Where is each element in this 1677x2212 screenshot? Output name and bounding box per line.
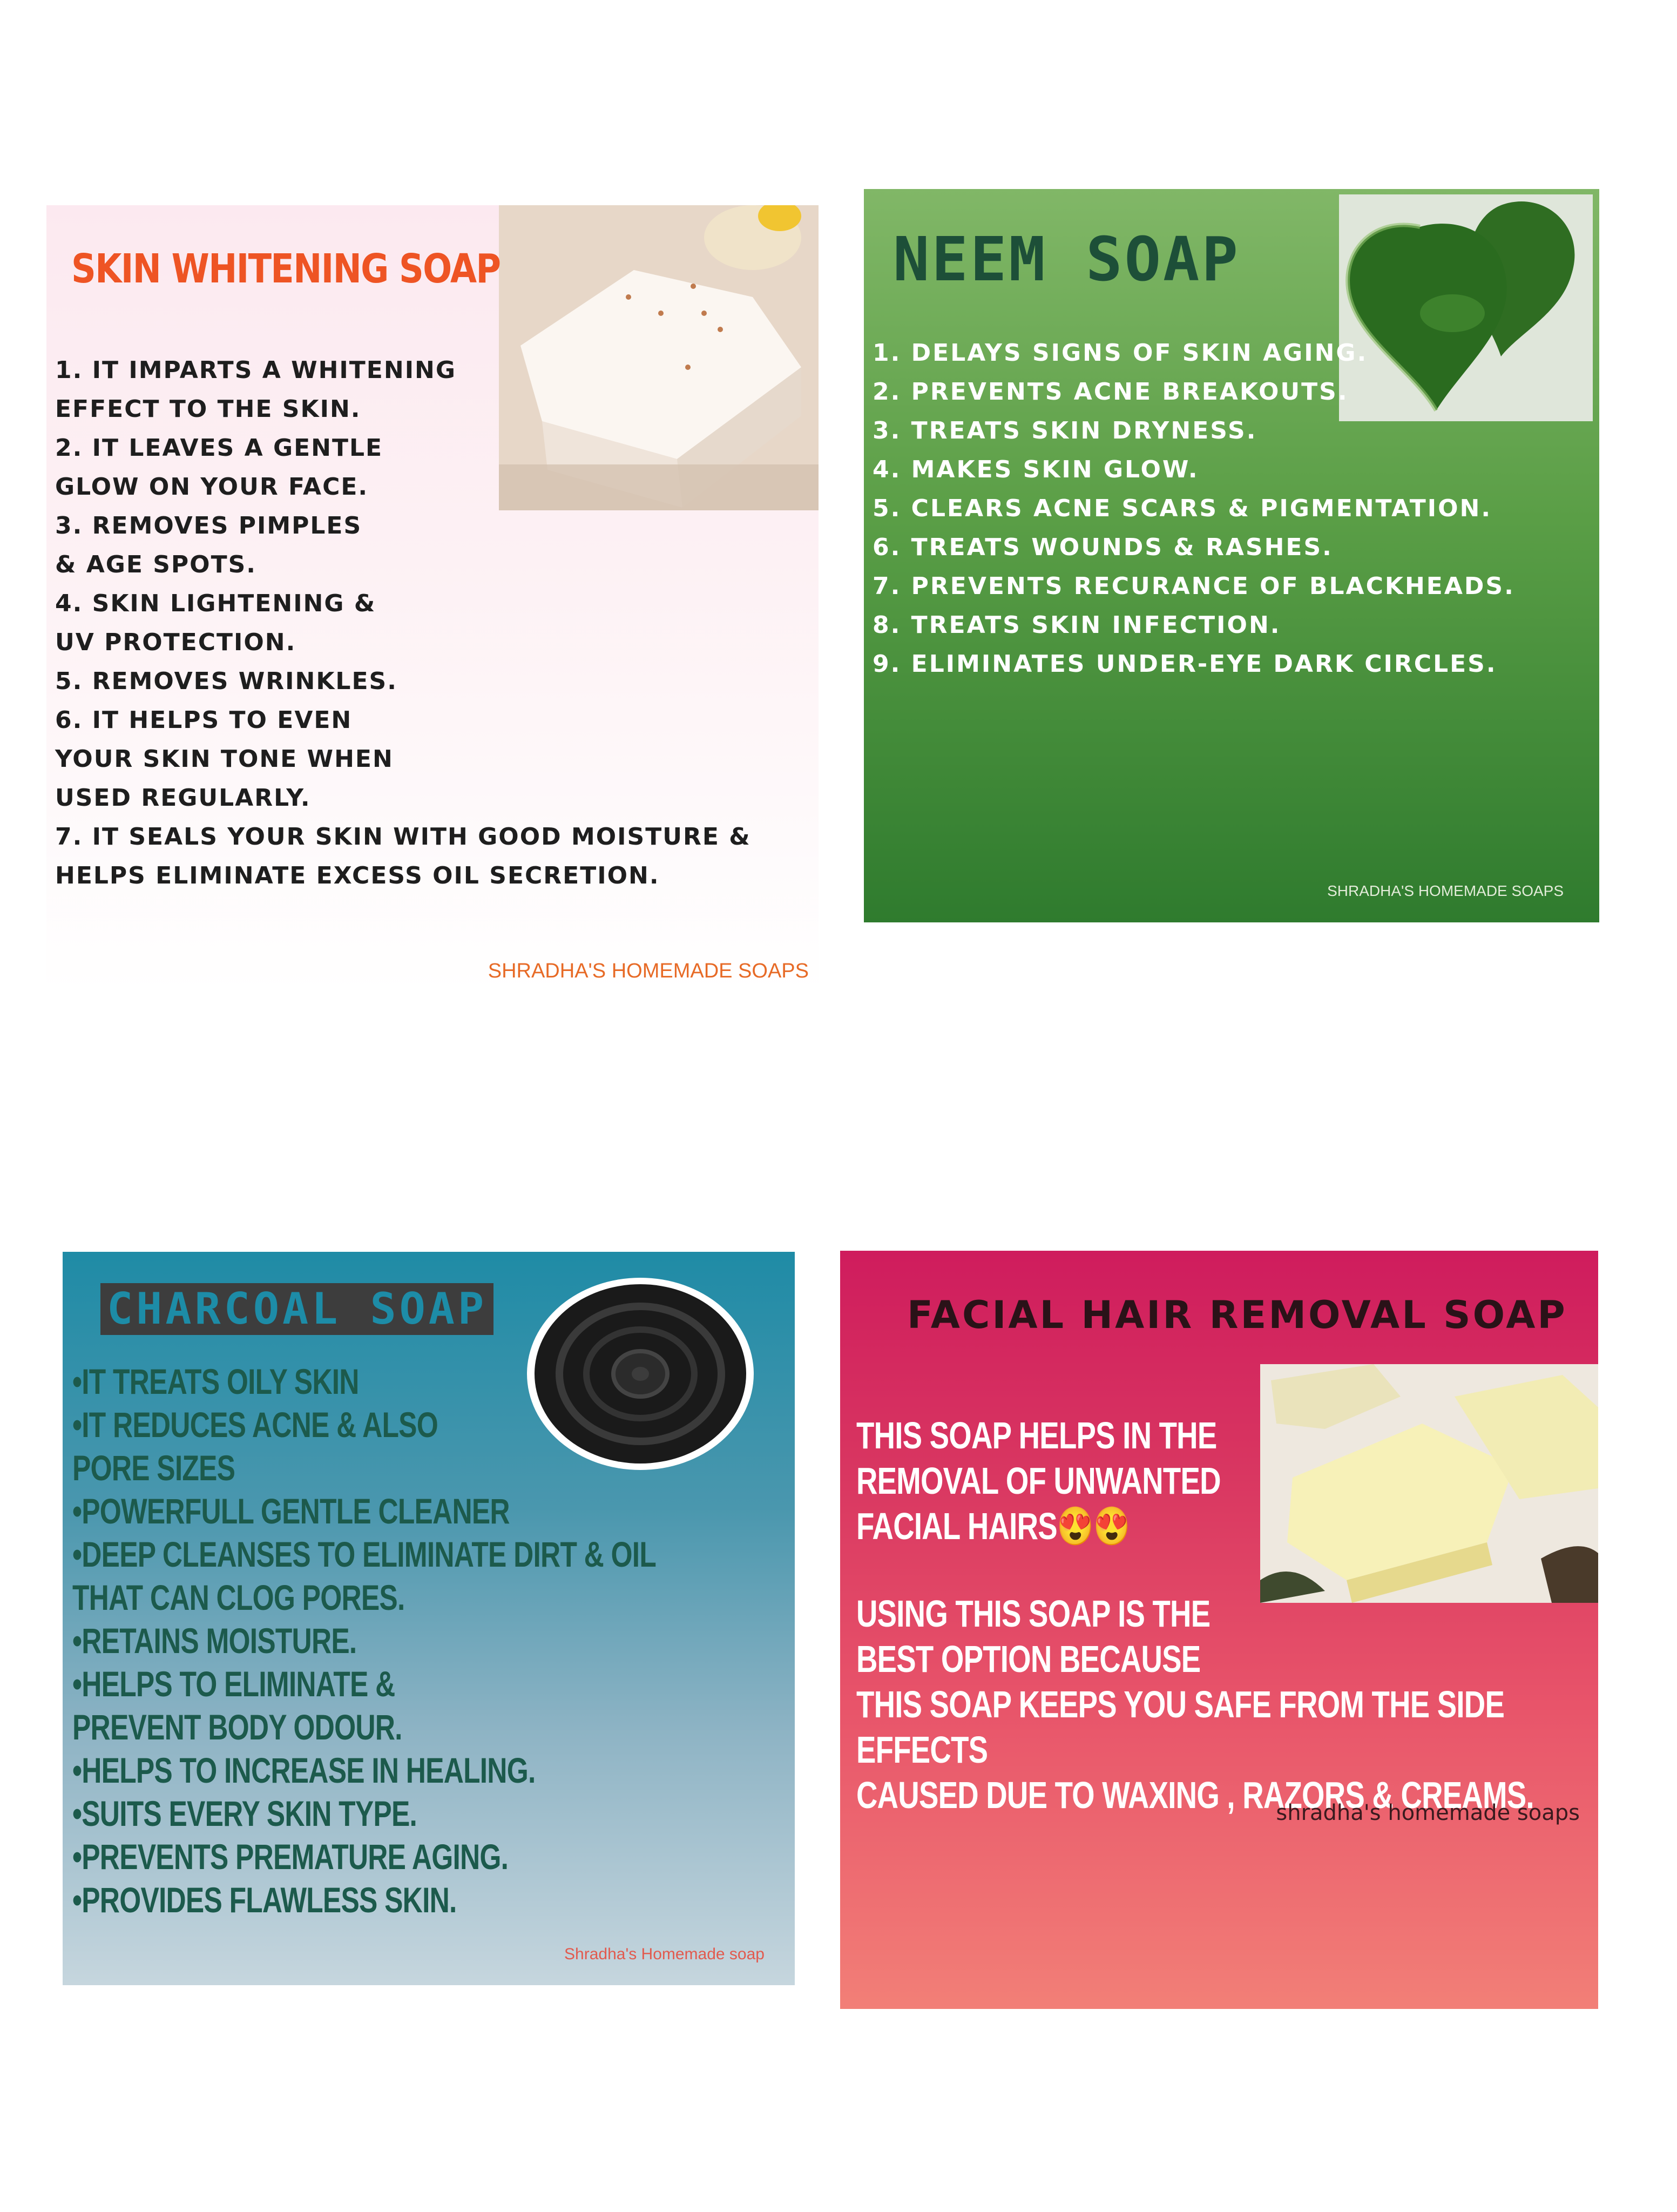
list-item: USED REGULARLY. xyxy=(55,784,311,812)
list-item: 7. PREVENTS RECURANCE OF BLACKHEADS. xyxy=(873,572,1515,600)
list-item: PORE SIZES xyxy=(72,1448,235,1488)
list-item: •IT TREATS OILY SKIN xyxy=(72,1361,359,1401)
list-item: 9. ELIMINATES UNDER-EYE DARK CIRCLES. xyxy=(873,650,1497,678)
brand-signature: shradha's homemade soaps xyxy=(1276,1800,1580,1825)
list-item: •DEEP CLEANSES TO ELIMINATE DIRT & OIL xyxy=(72,1534,657,1574)
list-item: •IT REDUCES ACNE & ALSO xyxy=(72,1405,438,1445)
list-item: 1. IT IMPARTS A WHITENING xyxy=(55,356,456,384)
list-item: •HELPS TO INCREASE IN HEALING. xyxy=(72,1750,536,1790)
list-item: 4. MAKES SKIN GLOW. xyxy=(873,456,1199,483)
facial-hair-title: FACIAL HAIR REMOVAL SOAP xyxy=(907,1293,1567,1337)
skin-whitening-title: SKIN WHITENING SOAP xyxy=(71,246,501,292)
list-item: 1. DELAYS SIGNS OF SKIN AGING. xyxy=(873,339,1368,367)
list-item: 6. IT HELPS TO EVEN xyxy=(55,706,353,734)
list-item: YOUR SKIN TONE WHEN xyxy=(55,745,394,773)
list-item: GLOW ON YOUR FACE. xyxy=(55,473,369,501)
brand-signature: SHRADHA'S HOMEMADE SOAPS xyxy=(1327,882,1564,899)
charcoal-title: CHARCOAL SOAP xyxy=(100,1283,494,1335)
list-item: •HELPS TO ELIMINATE & xyxy=(72,1664,395,1704)
list-item: 2. PREVENTS ACNE BREAKOUTS. xyxy=(873,378,1349,406)
skin-whitening-benefits: 1. IT IMPARTS A WHITENING EFFECT TO THE … xyxy=(55,351,811,895)
list-item: •POWERFULL GENTLE CLEANER xyxy=(72,1491,510,1531)
facial-hair-removal-card: FACIAL HAIR REMOVAL SOAP THIS SOAP HELPS… xyxy=(840,1251,1598,2009)
list-item: 5. CLEARS ACNE SCARS & PIGMENTATION. xyxy=(873,495,1492,522)
brand-signature: SHRADHA'S HOMEMADE SOAPS xyxy=(488,960,809,982)
list-item: & AGE SPOTS. xyxy=(55,551,256,578)
list-item: 3. TREATS SKIN DRYNESS. xyxy=(873,417,1257,444)
list-item: •RETAINS MOISTURE. xyxy=(72,1621,357,1661)
list-item: 3. REMOVES PIMPLES xyxy=(55,512,362,539)
list-item: THAT CAN CLOG PORES. xyxy=(72,1577,405,1617)
neem-benefits: 1. DELAYS SIGNS OF SKIN AGING. 2. PREVEN… xyxy=(873,334,1591,684)
neem-card: NEEM SOAP 1. DELAYS SIGNS OF SKIN AGING.… xyxy=(864,189,1599,922)
charcoal-benefits: •IT TREATS OILY SKIN •IT REDUCES ACNE & … xyxy=(72,1360,785,1921)
facial-hair-description: THIS SOAP HELPS IN THE REMOVAL OF UNWANT… xyxy=(856,1414,1221,1547)
list-item: PREVENT BODY ODOUR. xyxy=(72,1707,402,1747)
yellow-soap-bars-photo xyxy=(1260,1364,1598,1603)
list-item: •PROVIDES FLAWLESS SKIN. xyxy=(72,1880,457,1920)
list-item: •PREVENTS PREMATURE AGING. xyxy=(72,1837,509,1877)
brand-signature: Shradha's Homemade soap xyxy=(564,1945,765,1963)
list-item: 5. REMOVES WRINKLES. xyxy=(55,667,397,695)
list-item: 8. TREATS SKIN INFECTION. xyxy=(873,611,1281,639)
list-item: 2. IT LEAVES A GENTLE xyxy=(55,434,383,462)
list-item: 6. TREATS WOUNDS & RASHES. xyxy=(873,534,1333,561)
list-item: EFFECT TO THE SKIN. xyxy=(55,395,361,423)
list-item: 4. SKIN LIGHTENING & xyxy=(55,590,376,617)
skin-whitening-card: SKIN WHITENING SOAP 1. IT IMPARTS A WHIT… xyxy=(46,205,819,994)
list-item: HELPS ELIMINATE EXCESS OIL SECRETION. xyxy=(55,862,660,889)
neem-title: NEEM SOAP xyxy=(893,225,1240,295)
list-item: •SUITS EVERY SKIN TYPE. xyxy=(72,1793,417,1833)
charcoal-card: CHARCOAL SOAP •IT TREATS OILY SKIN •IT R… xyxy=(63,1252,795,1985)
list-item: 7. IT SEALS YOUR SKIN WITH GOOD MOISTURE… xyxy=(55,823,751,851)
list-item: UV PROTECTION. xyxy=(55,629,296,656)
facial-hair-benefit: USING THIS SOAP IS THE BEST OPTION BECAU… xyxy=(856,1593,1534,1816)
